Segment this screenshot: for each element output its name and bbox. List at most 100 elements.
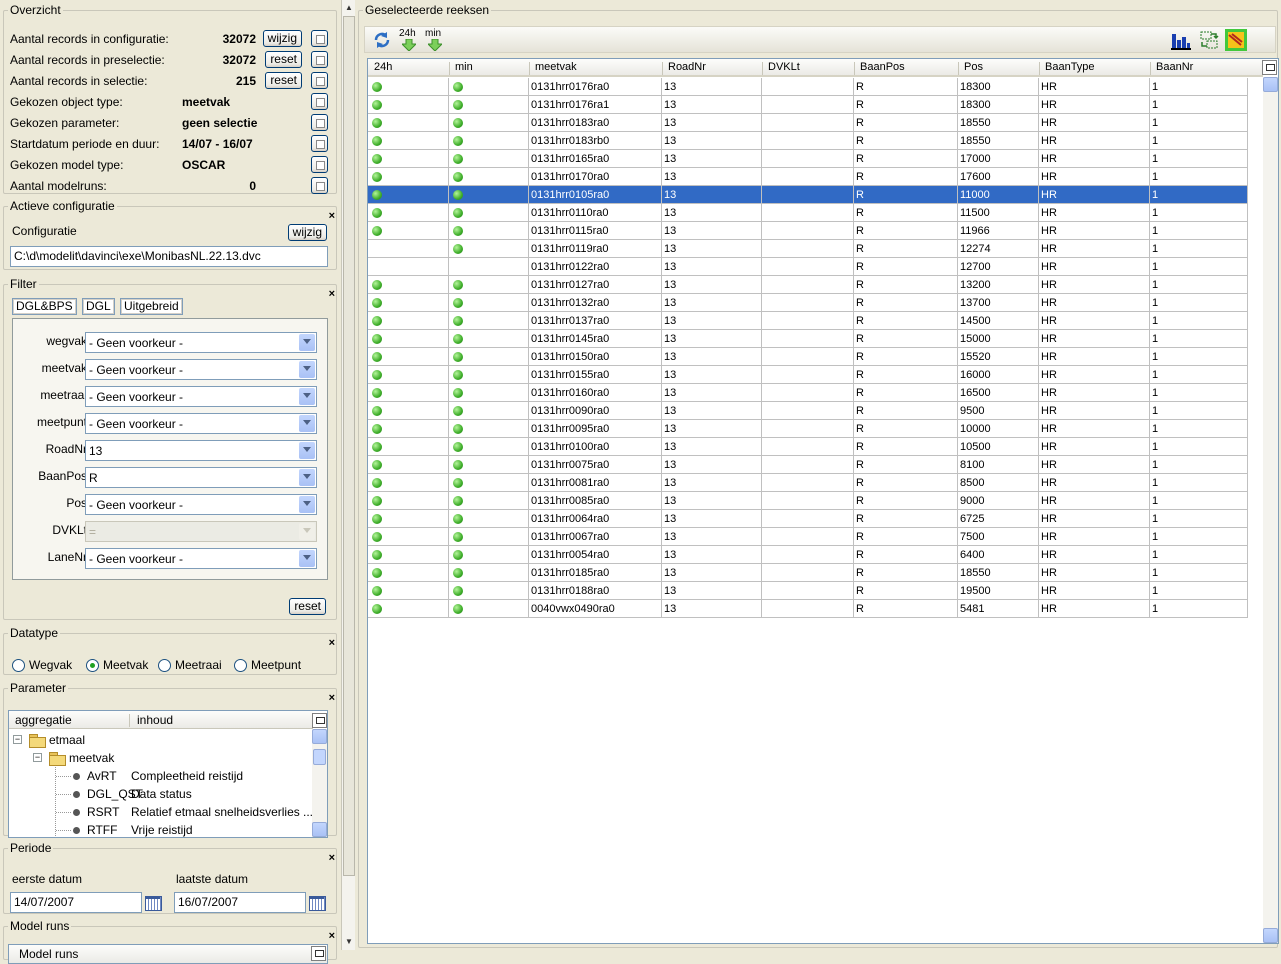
overzicht-reset-button[interactable]: reset <box>265 72 302 89</box>
table-row[interactable]: 0131hrr0127ra0 13 R 13200 HR 1 <box>368 276 1248 294</box>
close-icon[interactable]: × <box>329 638 335 649</box>
table-row[interactable]: 0131hrr0176ra0 13 R 18300 HR 1 <box>368 78 1248 96</box>
table-row[interactable]: 0131hrr0150ra0 13 R 15520 HR 1 <box>368 348 1248 366</box>
chevron-down-icon[interactable] <box>299 496 315 513</box>
bar-chart-icon[interactable] <box>1171 30 1191 50</box>
table-row[interactable]: 0040vwx0490ra0 13 R 5481 HR 1 <box>368 600 1248 618</box>
close-icon[interactable]: × <box>329 693 335 704</box>
filter-baanpos-select[interactable]: R <box>85 467 317 488</box>
table-row[interactable]: 0131hrr0188ra0 13 R 19500 HR 1 <box>368 582 1248 600</box>
radio-meetraai[interactable]: Meetraai <box>158 657 222 673</box>
column-pos[interactable]: Pos <box>964 61 983 73</box>
model-runs-list[interactable]: Model runs <box>8 944 328 964</box>
column-picker-icon[interactable] <box>312 713 327 728</box>
table-row[interactable]: 0131hrr0064ra0 13 R 6725 HR 1 <box>368 510 1248 528</box>
chevron-down-icon[interactable] <box>299 388 315 405</box>
tab-dgl[interactable]: DGL <box>82 298 115 315</box>
tree-leaf-rtff[interactable]: RTFF Vrije reistijd <box>9 821 309 837</box>
scroll-up-icon[interactable] <box>1263 77 1278 92</box>
table-row[interactable]: 0131hrr0095ra0 13 R 10000 HR 1 <box>368 420 1248 438</box>
table-row[interactable]: 0131hrr0185ra0 13 R 18550 HR 1 <box>368 564 1248 582</box>
calendar-icon[interactable] <box>144 894 162 911</box>
details-button[interactable] <box>311 72 328 89</box>
table-row[interactable]: 0131hrr0075ra0 13 R 8100 HR 1 <box>368 456 1248 474</box>
filter-meetpunt-select[interactable]: - Geen voorkeur - <box>85 413 317 434</box>
radio-meetvak[interactable]: Meetvak <box>86 657 148 673</box>
table-row[interactable]: 0131hrr0054ra0 13 R 6400 HR 1 <box>368 546 1248 564</box>
table-row[interactable]: 0131hrr0145ra0 13 R 15000 HR 1 <box>368 330 1248 348</box>
scroll-thumb[interactable] <box>313 749 326 765</box>
table-row[interactable]: 0131hrr0122ra0 13 R 12700 HR 1 <box>368 258 1248 276</box>
tree-leaf-avrt[interactable]: AvRT Compleetheid reistijd <box>9 767 309 785</box>
overzicht-reset-button[interactable]: reset <box>265 51 302 68</box>
collapse-icon[interactable]: − <box>13 735 22 744</box>
column-baanpos[interactable]: BaanPos <box>860 61 905 73</box>
reeksen-grid[interactable]: 24h min meetvak RoadNr DVKLt BaanPos Pos BaanTy… <box>367 58 1279 944</box>
details-button[interactable] <box>311 156 328 173</box>
tab-dgl-bps[interactable]: DGL&BPS <box>12 298 77 315</box>
table-row[interactable]: 0131hrr0160ra0 13 R 16500 HR 1 <box>368 384 1248 402</box>
table-row[interactable]: 0131hrr0137ra0 13 R 14500 HR 1 <box>368 312 1248 330</box>
table-row[interactable]: 0131hrr0081ra0 13 R 8500 HR 1 <box>368 474 1248 492</box>
scroll-up-icon[interactable] <box>312 729 327 744</box>
filter-pos-select[interactable]: - Geen voorkeur - <box>85 494 317 515</box>
filter-roadnr-select[interactable]: 13 <box>85 440 317 461</box>
radio-meetpunt[interactable]: Meetpunt <box>234 657 301 673</box>
column-roadnr[interactable]: RoadNr <box>668 61 706 73</box>
column-inhoud[interactable]: inhoud <box>137 713 173 727</box>
tree-node-meetvak[interactable]: − meetvak <box>9 749 309 767</box>
grid-scrollbar[interactable] <box>1263 77 1278 943</box>
close-icon[interactable]: × <box>329 931 335 942</box>
column-min[interactable]: min <box>455 61 473 73</box>
details-button[interactable] <box>311 51 328 68</box>
calendar-icon[interactable] <box>308 894 326 911</box>
table-row[interactable]: 0131hrr0183rb0 13 R 18550 HR 1 <box>368 132 1248 150</box>
export-icon[interactable] <box>1225 29 1247 51</box>
tab-uitgebreid[interactable]: Uitgebreid <box>120 298 183 315</box>
chevron-down-icon[interactable] <box>299 361 315 378</box>
scroll-down-icon[interactable] <box>1263 928 1278 943</box>
filter-wegvak-select[interactable]: - Geen voorkeur - <box>85 332 317 353</box>
laatste-datum-field[interactable]: 16/07/2007 <box>174 892 306 913</box>
column-picker-icon[interactable] <box>311 946 326 961</box>
configuratie-wijzig-button[interactable]: wijzig <box>287 224 327 241</box>
close-icon[interactable]: × <box>329 853 335 864</box>
details-button[interactable] <box>311 30 328 47</box>
chevron-down-icon[interactable] <box>299 550 315 567</box>
table-row[interactable]: 0131hrr0085ra0 13 R 9000 HR 1 <box>368 492 1248 510</box>
scroll-thumb[interactable] <box>343 16 355 876</box>
parameter-tree[interactable]: aggregatie inhoud − etmaal − meetvak AvR… <box>8 710 328 838</box>
chevron-down-icon[interactable] <box>299 442 315 459</box>
left-panel-scrollbar[interactable]: ▲ ▼ <box>341 0 355 950</box>
filter-meetvak-select[interactable]: - Geen voorkeur - <box>85 359 317 380</box>
radio-wegvak[interactable]: Wegvak <box>12 657 72 673</box>
column-dvklt[interactable]: DVKLt <box>768 61 800 73</box>
details-button[interactable] <box>311 135 328 152</box>
details-button[interactable] <box>311 114 328 131</box>
filter-meetraai-select[interactable]: - Geen voorkeur - <box>85 386 317 407</box>
table-row[interactable]: 0131hrr0105ra0 13 R 11000 HR 1 <box>368 186 1248 204</box>
details-button[interactable] <box>311 177 328 194</box>
refresh-icon[interactable] <box>373 31 391 49</box>
column-picker-icon[interactable] <box>1262 60 1277 75</box>
table-row[interactable]: 0131hrr0132ra0 13 R 13700 HR 1 <box>368 294 1248 312</box>
chevron-down-icon[interactable] <box>299 469 315 486</box>
filter-lanenr-select[interactable]: - Geen voorkeur - <box>85 548 317 569</box>
tree-leaf-dgl_qst[interactable]: DGL_QST Data status <box>9 785 309 803</box>
chevron-down-icon[interactable] <box>299 334 315 351</box>
table-row[interactable]: 0131hrr0115ra0 13 R 11966 HR 1 <box>368 222 1248 240</box>
column-baannr[interactable]: BaanNr <box>1156 61 1193 73</box>
download-24h-icon[interactable]: 24h <box>399 28 421 52</box>
table-row[interactable]: 0131hrr0119ra0 13 R 12274 HR 1 <box>368 240 1248 258</box>
configuratie-path-field[interactable]: C:\d\modelit\davinci\exe\MonibasNL.22.13… <box>10 246 328 267</box>
table-row[interactable]: 0131hrr0100ra0 13 R 10500 HR 1 <box>368 438 1248 456</box>
details-button[interactable] <box>311 93 328 110</box>
download-min-icon[interactable]: min <box>425 28 447 52</box>
transfer-icon[interactable] <box>1199 30 1219 50</box>
column-aggregatie[interactable]: aggregatie <box>15 713 72 727</box>
table-row[interactable]: 0131hrr0090ra0 13 R 9500 HR 1 <box>368 402 1248 420</box>
filter-reset-button[interactable]: reset <box>289 598 326 615</box>
table-row[interactable]: 0131hrr0155ra0 13 R 16000 HR 1 <box>368 366 1248 384</box>
table-row[interactable]: 0131hrr0170ra0 13 R 17600 HR 1 <box>368 168 1248 186</box>
table-row[interactable]: 0131hrr0067ra0 13 R 7500 HR 1 <box>368 528 1248 546</box>
